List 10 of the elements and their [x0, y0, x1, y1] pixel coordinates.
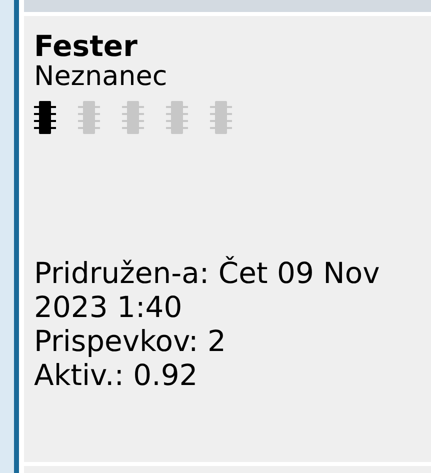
user-rank: Neznanec — [34, 62, 168, 92]
chip-icon — [122, 98, 144, 136]
username: Fester — [34, 30, 138, 62]
chip-icon — [78, 98, 100, 136]
chip-icon — [210, 98, 232, 136]
profile-detail: Pridružen-a: Čet 09 Nov 2023 1:40 — [34, 256, 381, 324]
chip-icon — [34, 98, 56, 136]
profile-detail: Prispevkov: 2 — [34, 324, 227, 358]
chip-icon — [166, 98, 188, 136]
profile-detail: Aktiv.: 0.92 — [34, 358, 199, 392]
